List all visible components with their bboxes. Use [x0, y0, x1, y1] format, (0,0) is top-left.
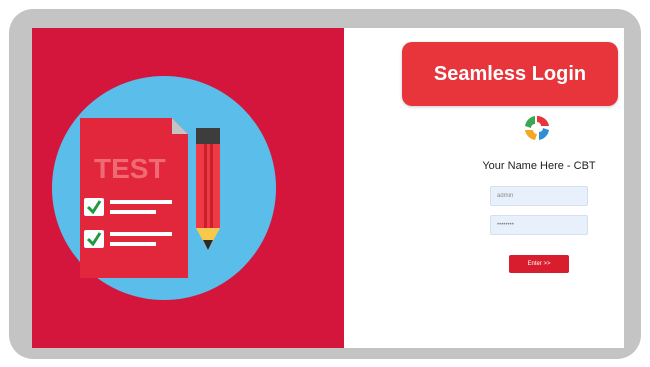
pinwheel-logo-icon	[525, 115, 549, 140]
checkbox-icon	[84, 198, 104, 216]
site-title: Your Name Here - CBT	[482, 160, 596, 172]
seamless-login-badge: Seamless Login	[402, 42, 618, 106]
username-input[interactable]	[490, 186, 588, 206]
pencil-icon	[196, 128, 220, 250]
enter-button[interactable]: Enter >>	[509, 255, 569, 273]
password-input[interactable]	[490, 215, 588, 235]
checkbox-icon	[84, 230, 104, 248]
test-label: TEST	[94, 153, 166, 184]
hero-panel: TEST	[32, 28, 344, 348]
test-illustration: TEST	[52, 76, 276, 300]
